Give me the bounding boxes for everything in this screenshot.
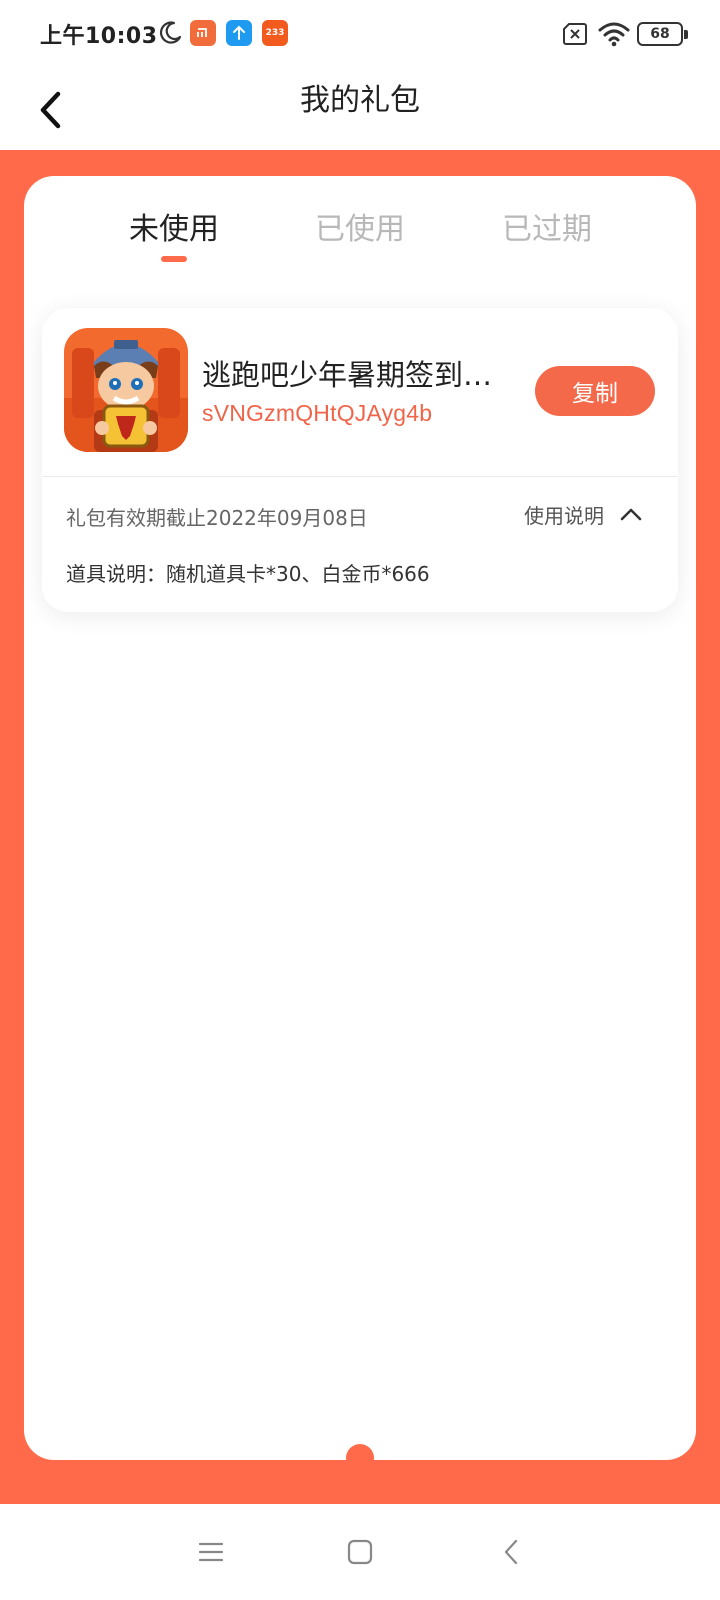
panel-bottom-dot <box>346 1444 374 1472</box>
gift-card: 逃跑吧少年暑期签到礼包 sVNGzmQHtQJAyg4b 复制 礼包有效期截止2… <box>42 308 678 612</box>
game-icon <box>64 328 188 452</box>
usage-instructions-toggle[interactable]: 使用说明 <box>524 498 642 530</box>
game-name: 逃跑吧少年暑期签到礼包 <box>202 358 502 392</box>
menu-icon <box>198 1542 224 1562</box>
props-description: 道具说明：随机道具卡*30、白金币*666 <box>66 562 430 586</box>
gift-code: sVNGzmQHtQJAyg4b <box>202 400 433 426</box>
upload-app-icon <box>226 20 252 46</box>
back-button[interactable] <box>28 80 72 140</box>
status-time: 上午10:03 <box>40 24 158 49</box>
status-bar: 上午10:03 233 68 <box>0 0 720 70</box>
header: 我的礼包 <box>0 70 720 150</box>
chevron-left-icon <box>40 91 61 129</box>
home-icon <box>347 1539 373 1565</box>
expiry-date: 礼包有效期截止2022年09月08日 <box>66 506 368 530</box>
tab-unused[interactable]: 未使用 <box>104 204 244 254</box>
active-tab-indicator <box>161 256 187 262</box>
card-divider <box>42 476 678 477</box>
back-icon <box>504 1539 518 1565</box>
system-nav-bar <box>0 1504 720 1600</box>
nav-menu-button[interactable] <box>187 1528 235 1576</box>
nav-back-button[interactable] <box>487 1528 535 1576</box>
wifi-icon <box>598 22 630 47</box>
moon-icon <box>159 21 182 44</box>
page-title: 我的礼包 <box>300 83 420 118</box>
nav-home-button[interactable] <box>336 1528 384 1576</box>
chevron-up-icon <box>620 508 642 521</box>
usage-label: 使用说明 <box>524 503 604 528</box>
mi-app-icon <box>190 20 216 46</box>
copy-button[interactable]: 复制 <box>535 366 655 416</box>
no-sim-icon <box>563 23 587 45</box>
233-app-icon: 233 <box>262 20 288 46</box>
tab-used[interactable]: 已使用 <box>290 204 430 254</box>
tab-expired[interactable]: 已过期 <box>477 204 617 254</box>
battery-level: 68 <box>650 26 670 42</box>
battery-indicator: 68 <box>637 22 688 46</box>
233-app-label: 233 <box>265 28 285 38</box>
